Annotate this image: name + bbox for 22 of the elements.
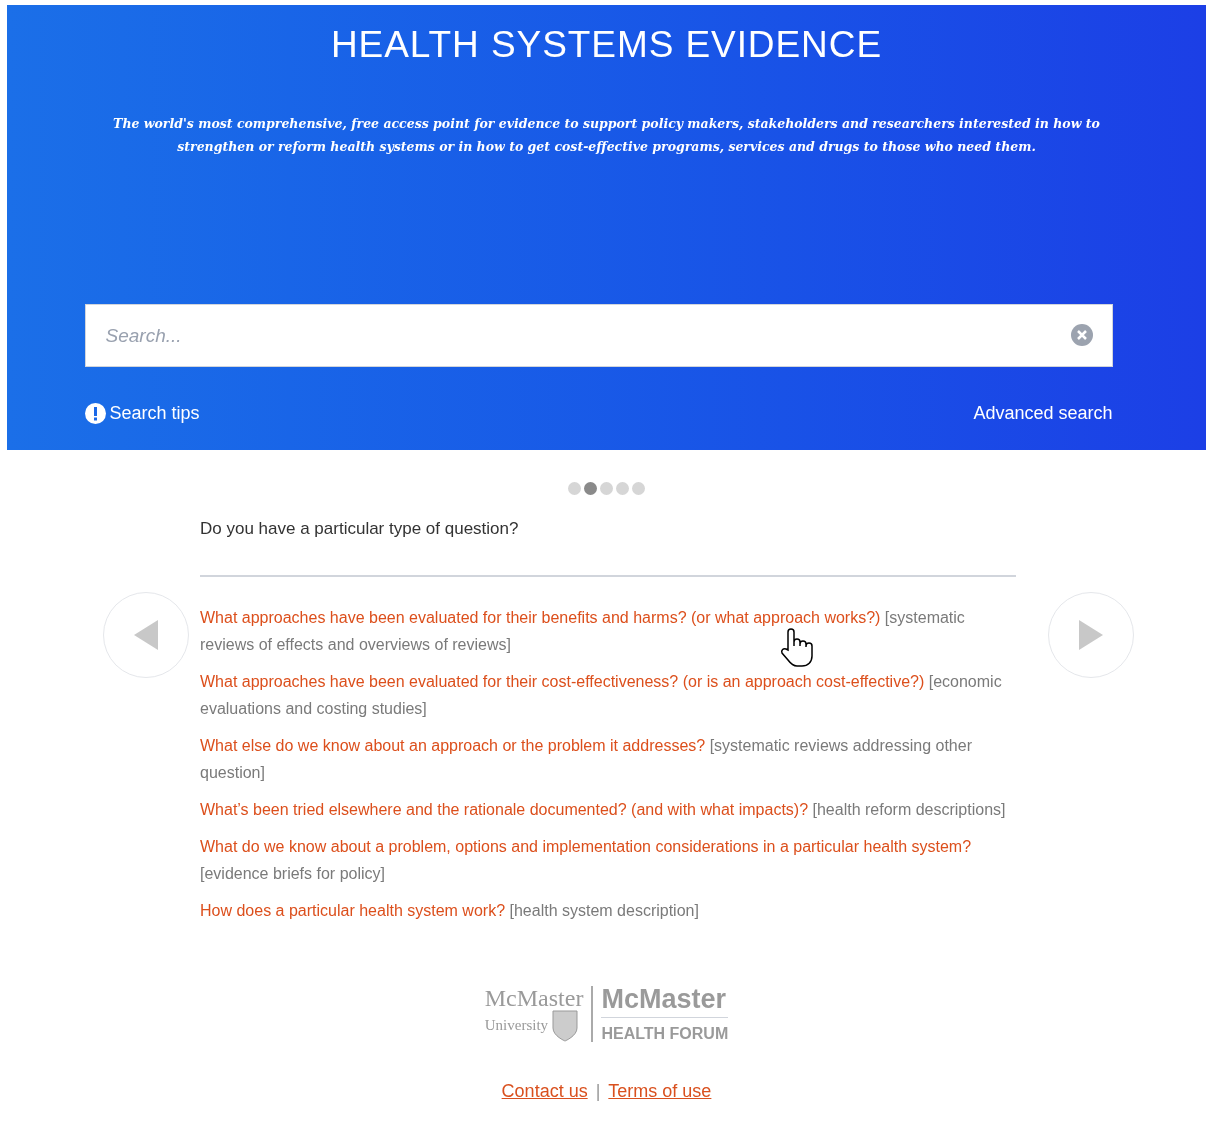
crest-icon [552,1009,579,1042]
tagline: The world's most comprehensive, free access point for evidence to support policy makers, stakeholders and researchers interested in how to strengthen or reform health systems or in how to get cost-effective programs, services and drugs to those who need them. [112,115,1101,156]
contact-link[interactable]: Contact us [501,1077,588,1105]
clear-icon[interactable] [1070,324,1093,346]
question-link[interactable]: What approaches have been evaluated for their cost-effectiveness? (or is an approach cost-effective?) [economic evaluations and costing studies] [200,667,1016,722]
right-arrow-icon [1079,620,1103,650]
question-link[interactable]: How does a particular health system work? [health system description] [200,896,1016,924]
terms-link[interactable]: Terms of use [608,1077,712,1105]
info-icon [84,403,106,424]
question-link[interactable]: What’s been tried elsewhere and the rationale documented? (and with what impacts)? [health reform descriptions] [200,795,1016,823]
link-separator: | [595,1079,601,1103]
left-arrow-icon [134,620,158,650]
advanced-search-link[interactable]: Advanced search [973,400,1113,427]
mcmaster-logo: McMaster University McMaster HEALTH FORUM [484,985,729,1042]
question-link[interactable]: What else do we know about an approach or the problem it addresses? [systematic reviews addressing other question] [200,731,1016,786]
hand-cursor-icon [780,628,814,668]
question-link[interactable]: What approaches have been evaluated for their benefits and harms? (or what approach works?) [systematic reviews of effects and overviews of reviews] [200,603,1016,658]
question-type-heading: Do you have a particular type of question? [200,518,520,540]
question-link[interactable]: What do we know about a problem, options and implementation considerations in a particular health system? [evidence briefs for policy] [200,832,1016,887]
search-field[interactable]: Search... [84,304,1113,367]
search-tips-link[interactable]: Search tips [84,400,200,427]
site-title: HEALTH SYSTEMS EVIDENCE [330,26,882,63]
